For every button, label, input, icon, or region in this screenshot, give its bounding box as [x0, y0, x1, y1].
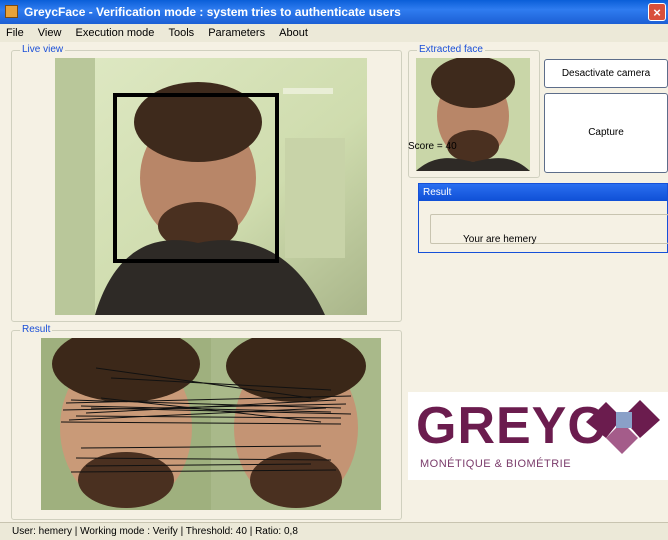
- result-panel-label: Result: [20, 324, 53, 336]
- menu-about[interactable]: About: [273, 24, 313, 39]
- live-camera-feed: [55, 58, 367, 315]
- close-button[interactable]: ×: [648, 3, 666, 21]
- menu-view[interactable]: View: [32, 24, 67, 39]
- status-bar: User: hemery | Working mode : Verify | T…: [0, 522, 668, 540]
- menu-bar: File View Execution mode Tools Parameter…: [0, 24, 668, 42]
- menu-tools[interactable]: Tools: [162, 24, 199, 39]
- score-label: Score = 40: [408, 141, 457, 152]
- extracted-face-image: [416, 58, 530, 171]
- result-dialog: Result Your are hemery: [418, 183, 668, 253]
- app-icon: [5, 5, 18, 18]
- window-title: GreycFace - Verification mode : system t…: [24, 5, 401, 19]
- capture-button[interactable]: Capture: [544, 93, 668, 173]
- matching-result-image: [41, 338, 381, 510]
- extracted-face-label: Extracted face: [417, 44, 485, 56]
- live-view-label: Live view: [20, 44, 66, 56]
- menu-file[interactable]: File: [0, 24, 29, 39]
- menu-execution-mode[interactable]: Execution mode: [70, 24, 160, 39]
- result-dialog-title: Result: [419, 184, 667, 201]
- menu-parameters[interactable]: Parameters: [202, 24, 270, 39]
- greyc-logo: GREYC MONÉTIQUE & BIOMÉTRIE: [408, 392, 668, 480]
- deactivate-camera-button[interactable]: Desactivate camera: [544, 59, 668, 88]
- logo-emblem-icon: [586, 400, 660, 454]
- result-message: Your are hemery: [463, 234, 537, 245]
- title-bar: GreycFace - Verification mode : system t…: [0, 0, 668, 24]
- logo-tagline: MONÉTIQUE & BIOMÉTRIE: [420, 458, 572, 470]
